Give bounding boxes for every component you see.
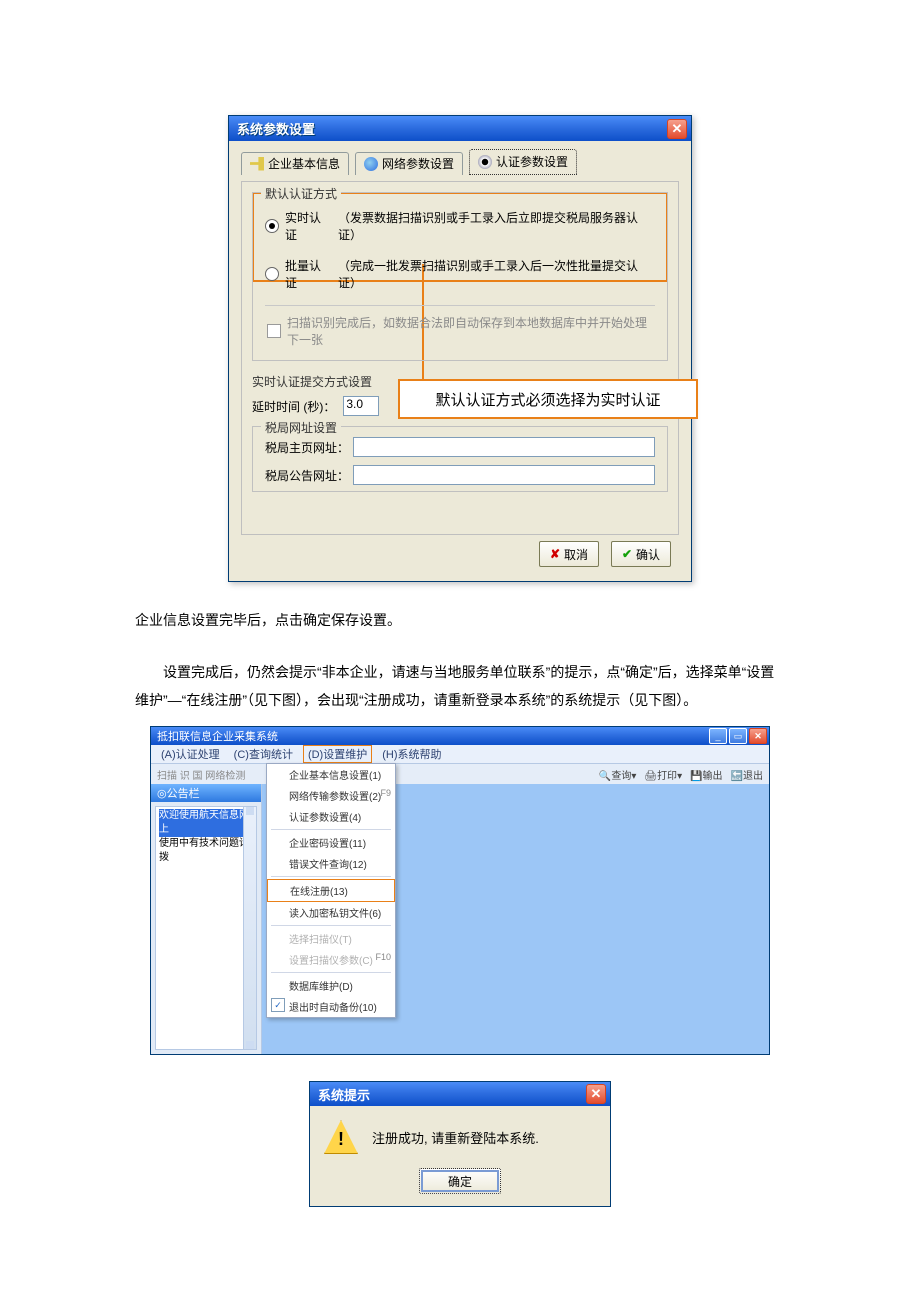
document-paragraph-1: 企业信息设置完毕后，点击确定保存设置。 [135, 606, 785, 634]
window-title: 系统参数设置 [237, 119, 667, 138]
label-home-url: 税局主页网址： [265, 439, 349, 456]
menu-query[interactable]: (C)查询统计 [230, 746, 297, 762]
globe-icon [364, 157, 378, 171]
radio-batch-auth[interactable]: 批量认证 （完成一批发票扫描识别或手工录入后一次性批量提交认证） [265, 257, 655, 291]
x-icon: ✘ [550, 547, 560, 561]
menu-item-basic-info[interactable]: 企业基本信息设置(1) [267, 764, 395, 785]
label-delay: 延时时间 (秒)： [252, 398, 335, 415]
toolbar-left[interactable]: 扫描 识 国 网络检测 [157, 767, 245, 782]
toolbar-export[interactable]: 💾输出 [690, 767, 722, 782]
menu-item-network-params[interactable]: 网络传输参数设置(2)F9 [267, 785, 395, 806]
menu-settings[interactable]: (D)设置维护 [303, 745, 372, 763]
close-button[interactable]: ✕ [749, 728, 767, 744]
menu-item-online-register[interactable]: 在线注册(13) [267, 879, 395, 902]
tab-network-params[interactable]: 网络参数设置 [355, 152, 463, 175]
radio-icon [265, 267, 279, 281]
separator [271, 876, 391, 877]
prompt-message: 注册成功, 请重新登陆本系统. [372, 1128, 539, 1147]
maximize-button[interactable]: ▭ [729, 728, 747, 744]
main-app-window: 抵扣联信息企业采集系统 _ ▭ ✕ (A)认证处理 (C)查询统计 (D)设置维… [150, 726, 770, 1055]
minimize-button[interactable]: _ [709, 728, 727, 744]
titlebar: 抵扣联信息企业采集系统 _ ▭ ✕ [151, 727, 769, 745]
settings-dropdown: 企业基本信息设置(1) 网络传输参数设置(2)F9 认证参数设置(4) 企业密码… [266, 763, 396, 1018]
check-icon: ✔ [622, 547, 632, 561]
toolbar-print[interactable]: 🖨打印▾ [644, 767, 682, 782]
toolbar-query[interactable]: 🔍查询▾ [599, 767, 636, 782]
sidebar: ◎ 公告栏 欢迎使用航天信息网上 使用中有技术问题请拨 [151, 784, 262, 1054]
separator [271, 972, 391, 973]
menu-item-error-files[interactable]: 错误文件查询(12) [267, 853, 395, 874]
bulletin-box: 欢迎使用航天信息网上 使用中有技术问题请拨 [155, 806, 257, 1050]
bulletin-line-1: 欢迎使用航天信息网上 [159, 809, 253, 837]
tab-strip: 企业基本信息 网络参数设置 认证参数设置 [241, 149, 679, 175]
separator [271, 925, 391, 926]
tab-panel: 默认认证方式 实时认证 （发票数据扫描识别或手工录入后立即提交税局服务器认证） … [241, 181, 679, 535]
window-buttons: _ ▭ ✕ [709, 728, 767, 744]
group-legend: 默认认证方式 [261, 185, 341, 202]
tab-basic-info[interactable]: 企业基本信息 [241, 152, 349, 175]
input-bulletin-url[interactable] [353, 465, 655, 485]
app-title: 抵扣联信息企业采集系统 [157, 728, 709, 744]
key-icon [250, 157, 264, 171]
bulletin-line-2: 使用中有技术问题请拨 [159, 837, 253, 865]
input-delay-seconds[interactable]: 3.0 [343, 396, 379, 416]
tab-auth-params[interactable]: 认证参数设置 [469, 149, 577, 175]
input-home-url[interactable] [353, 437, 655, 457]
scrollbar[interactable] [243, 807, 256, 1049]
menu-help[interactable]: (H)系统帮助 [378, 746, 445, 762]
group-legend: 税局网址设置 [261, 419, 341, 436]
menu-item-auto-backup[interactable]: ✓退出时自动备份(10) [267, 996, 395, 1017]
eye-icon [478, 155, 492, 169]
titlebar: 系统提示 ✕ [310, 1082, 610, 1106]
toolbar-right: 🔍查询▾ 🖨打印▾ 💾输出 🔙退出 [599, 767, 763, 782]
checkbox-auto-save[interactable]: 扫描识别完成后，如数据合法即自动保存到本地数据库中并开始处理下一张 [267, 314, 653, 348]
separator [271, 829, 391, 830]
menu-item-scanner-params: 设置扫描仪参数(C)F10 [267, 949, 395, 970]
close-button[interactable]: ✕ [586, 1084, 606, 1104]
group-tax-urls: 税局网址设置 税局主页网址： 税局公告网址： [252, 426, 668, 492]
toolbar: 扫描 识 国 网络检测 🔍查询▾ 🖨打印▾ 💾输出 🔙退出 [151, 764, 769, 784]
menu-item-import-key[interactable]: 读入加密私钥文件(6) [267, 902, 395, 923]
menu-item-select-scanner: 选择扫描仪(T) [267, 928, 395, 949]
dialog-button-bar: ✘取消 ✔确认 [241, 535, 679, 569]
radio-realtime-auth[interactable]: 实时认证 （发票数据扫描识别或手工录入后立即提交税局服务器认证） [265, 209, 655, 243]
app-client-area: ◎ 公告栏 欢迎使用航天信息网上 使用中有技术问题请拨 [151, 784, 769, 1054]
menu-item-auth-params[interactable]: 认证参数设置(4) [267, 806, 395, 827]
menubar: (A)认证处理 (C)查询统计 (D)设置维护 (H)系统帮助 [151, 745, 769, 764]
menu-auth[interactable]: (A)认证处理 [157, 746, 224, 762]
warning-icon: ! [324, 1120, 358, 1154]
document-paragraph-2: 设置完成后，仍然会提示“非本企业，请速与当地服务单位联系”的提示，点“确定”后，… [135, 658, 785, 714]
cancel-button[interactable]: ✘取消 [539, 541, 599, 567]
ok-button[interactable]: 确定 [419, 1168, 501, 1194]
menu-item-db-maintain[interactable]: 数据库维护(D) [267, 975, 395, 996]
ok-button[interactable]: ✔确认 [611, 541, 671, 567]
prompt-title: 系统提示 [318, 1085, 586, 1104]
annotation-callout: 默认认证方式必须选择为实时认证 [398, 379, 698, 419]
titlebar: 系统参数设置 ✕ [229, 116, 691, 141]
group-default-auth-method: 默认认证方式 实时认证 （发票数据扫描识别或手工录入后立即提交税局服务器认证） … [252, 192, 668, 361]
label-bulletin-url: 税局公告网址： [265, 467, 349, 484]
sidebar-header: ◎ 公告栏 [151, 784, 261, 802]
menu-item-password[interactable]: 企业密码设置(11) [267, 832, 395, 853]
system-prompt-dialog: 系统提示 ✕ ! 注册成功, 请重新登陆本系统. 确定 [309, 1081, 611, 1207]
toolbar-exit[interactable]: 🔙退出 [731, 767, 763, 782]
check-icon: ✓ [271, 998, 285, 1012]
settings-dialog: 系统参数设置 ✕ 企业基本信息 网络参数设置 认证参数设置 默认认证方式 实时认… [228, 115, 692, 582]
close-button[interactable]: ✕ [667, 119, 687, 139]
checkbox-icon [267, 324, 281, 338]
radio-icon [265, 219, 279, 233]
